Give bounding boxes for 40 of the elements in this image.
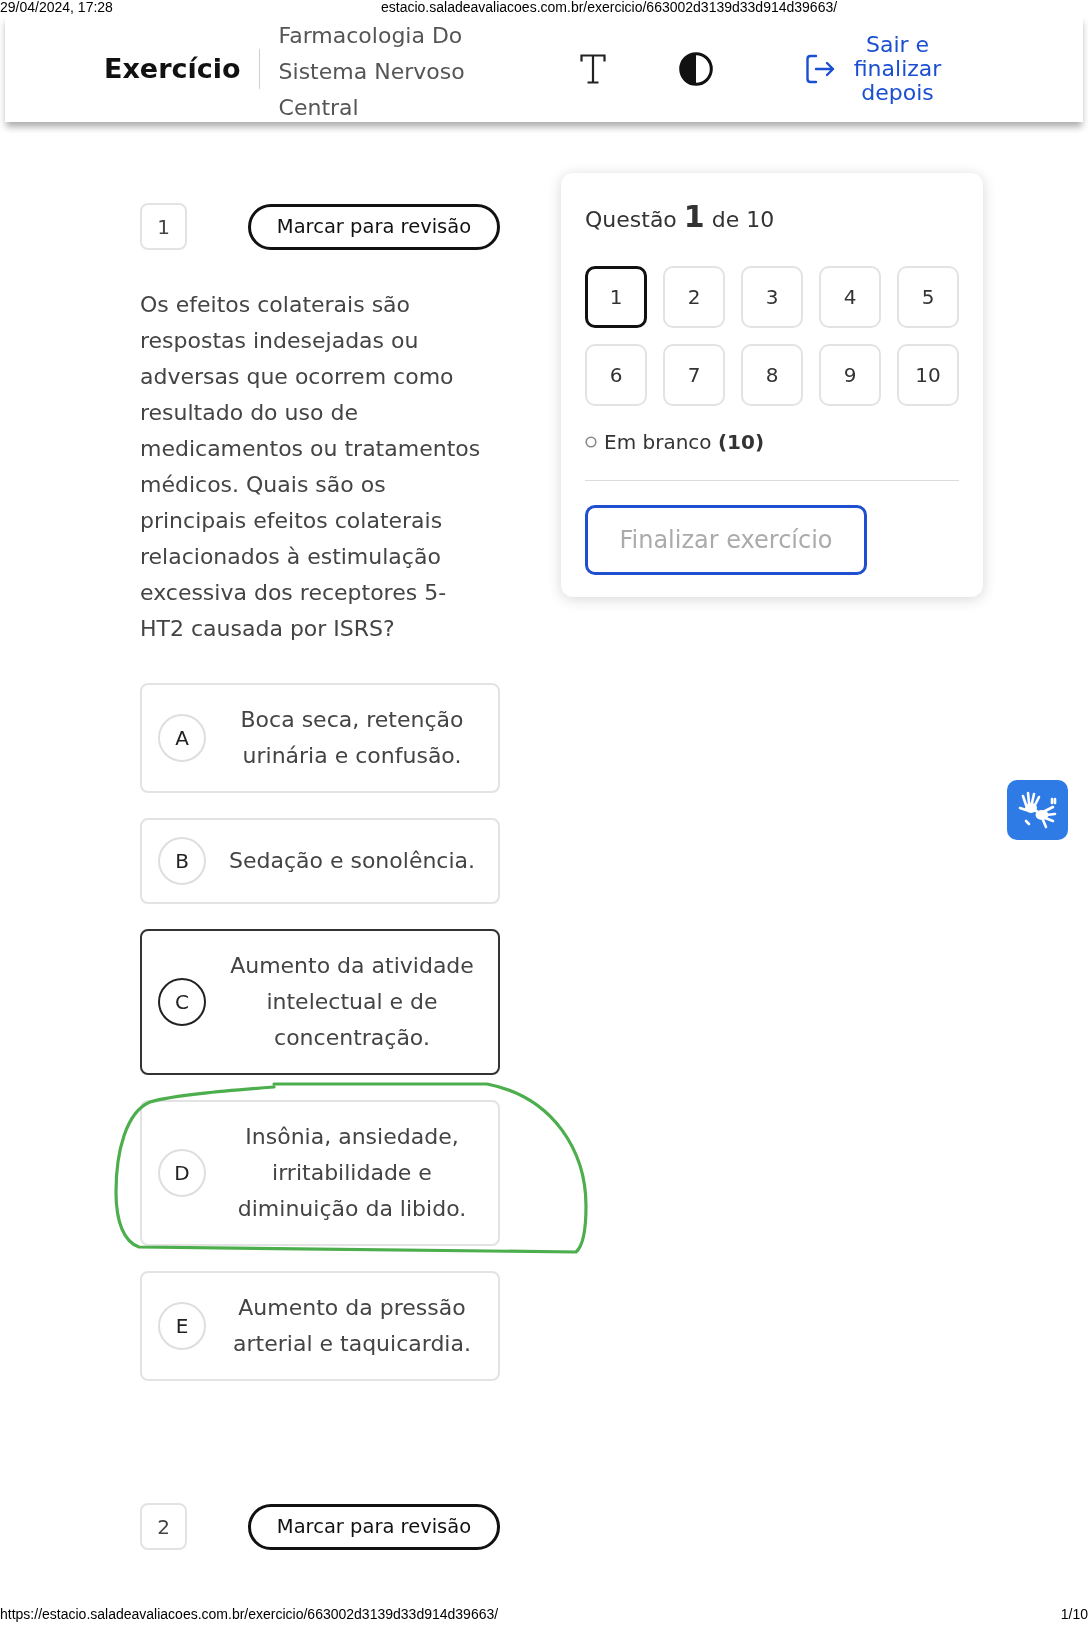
- question-button[interactable]: 6: [585, 344, 647, 406]
- logout-icon: [803, 52, 836, 85]
- text-size-icon[interactable]: [579, 53, 606, 84]
- option-letter: D: [158, 1149, 206, 1197]
- page-number: 1/10: [1060, 1606, 1088, 1622]
- question-button[interactable]: 1: [585, 266, 647, 328]
- answer-option[interactable]: E Aumento da pressão arterial e taquicardia.: [140, 1271, 500, 1381]
- question-button[interactable]: 7: [663, 344, 725, 406]
- answer-option[interactable]: D Insônia, ansiedade, irritabilidade e diminuição da libido.: [140, 1100, 500, 1246]
- contrast-icon[interactable]: [678, 51, 713, 86]
- legend-text: Em branco (10): [604, 429, 765, 456]
- course-title: Farmacologia Do Sistema Nervoso Central: [278, 21, 466, 122]
- question-number: 2: [140, 1503, 187, 1550]
- question-button[interactable]: 2: [663, 266, 725, 328]
- question-text: Os efeitos colaterais são respostas indesejadas ou adversas que ocorrem como resultado do uso de medicamentos ou tratamentos médicos. Quais são os principais efeitos colaterais relacionados à estimulação excessiva dos receptores 5-HT2 causada por ISRS?: [140, 291, 482, 643]
- option-letter: A: [158, 714, 206, 762]
- question-counter: Questão 1 de 10: [585, 199, 776, 236]
- hands-icon: [1017, 790, 1058, 830]
- answer-option[interactable]: B Sedação e sonolência.: [140, 818, 500, 904]
- question-button[interactable]: 3: [741, 266, 803, 328]
- review-button[interactable]: Marcar para revisão: [248, 203, 500, 250]
- print-url: estacio.saladeavaliacoes.com.br/exercicio/663002d3139d33d914d39663/: [381, 0, 839, 15]
- print-date: 29/04/2024, 17:28: [0, 0, 114, 15]
- option-letter: C: [158, 978, 206, 1026]
- question-number: 1: [140, 203, 187, 250]
- option-letter: E: [158, 1302, 206, 1350]
- answer-option[interactable]: C Aumento da atividade intelectual e de concentração.: [140, 929, 500, 1075]
- question-button[interactable]: 9: [819, 344, 881, 406]
- answer-option[interactable]: A Boca seca, retenção urinária e confusão.: [140, 683, 500, 793]
- option-letter: B: [158, 837, 206, 885]
- question-button[interactable]: 4: [819, 266, 881, 328]
- question-button[interactable]: 8: [741, 344, 803, 406]
- question-button[interactable]: 10: [897, 344, 959, 406]
- ring-icon: [585, 436, 597, 448]
- footer-url: https://estacio.saladeavaliacoes.com.br/exercicio/663002d3139d33d914d39663/: [0, 1606, 499, 1622]
- accessibility-button[interactable]: [1007, 780, 1068, 840]
- review-button[interactable]: Marcar para revisão: [248, 1503, 500, 1550]
- page-title: Exercício: [104, 51, 241, 86]
- exit-link[interactable]: Sair e finalizar depois: [803, 32, 946, 105]
- question-button[interactable]: 5: [897, 266, 959, 328]
